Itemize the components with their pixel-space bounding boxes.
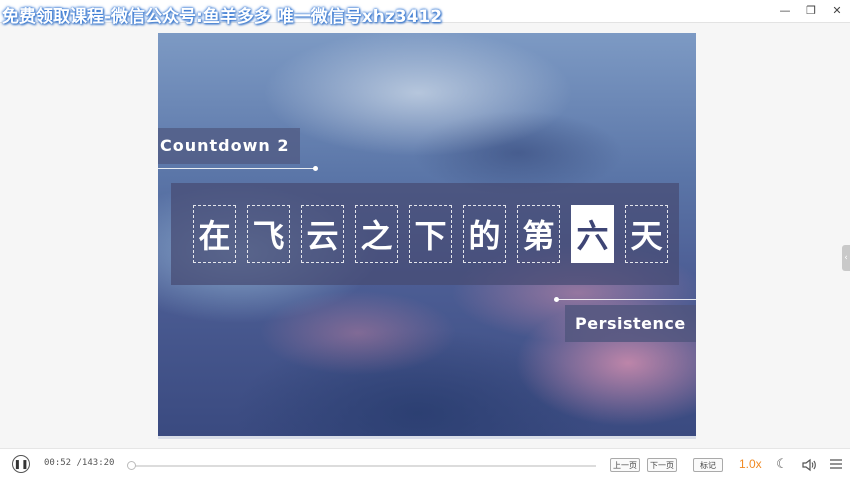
moon-icon[interactable]: ☾ bbox=[774, 457, 790, 473]
player-controls: ❚❚ 00:52 /143:20 上一页 下一页 标记 1.0x ☾ bbox=[0, 448, 850, 481]
decor-dot-right bbox=[554, 297, 559, 302]
volume-icon[interactable] bbox=[801, 457, 817, 473]
time-display: 00:52 /143:20 bbox=[44, 458, 114, 468]
title-characters: 在飞云之下的第六天 bbox=[193, 205, 668, 263]
title-char: 在 bbox=[193, 205, 236, 263]
slide-bottom-edge bbox=[158, 436, 696, 439]
decor-line-left bbox=[158, 168, 316, 169]
title-char: 下 bbox=[409, 205, 452, 263]
decor-line-right bbox=[556, 299, 696, 300]
title-char: 天 bbox=[625, 205, 668, 263]
title-char: 飞 bbox=[247, 205, 290, 263]
persistence-tag: Persistence bbox=[565, 305, 696, 342]
side-panel-handle[interactable]: ‹ bbox=[842, 245, 850, 271]
watermark-text: 免费领取课程-微信公众号:鱼羊多多 唯一微信号xhz3412 bbox=[2, 7, 443, 27]
title-char: 的 bbox=[463, 205, 506, 263]
countdown-tag: Countdown 2 bbox=[158, 128, 300, 164]
title-char: 之 bbox=[355, 205, 398, 263]
bookmark-button[interactable]: 标记 bbox=[693, 458, 723, 472]
minimize-icon[interactable]: — bbox=[776, 3, 794, 19]
prev-page-button[interactable]: 上一页 bbox=[610, 458, 640, 472]
decor-dot-left bbox=[313, 166, 318, 171]
total-time: /143:20 bbox=[76, 458, 115, 468]
speed-button[interactable]: 1.0x bbox=[739, 457, 762, 471]
title-char: 云 bbox=[301, 205, 344, 263]
content-stage: Countdown 2 在飞云之下的第六天 Persistence ‹ bbox=[0, 23, 850, 448]
title-banner: 在飞云之下的第六天 bbox=[171, 183, 679, 285]
progress-knob[interactable] bbox=[126, 461, 136, 470]
restore-icon[interactable]: ❐ bbox=[802, 3, 820, 19]
next-page-button[interactable]: 下一页 bbox=[647, 458, 677, 472]
menu-icon[interactable] bbox=[828, 457, 844, 473]
slide: Countdown 2 在飞云之下的第六天 Persistence bbox=[158, 33, 696, 436]
current-time: 00:52 bbox=[44, 458, 72, 468]
progress-track[interactable] bbox=[126, 461, 596, 470]
close-icon[interactable]: ✕ bbox=[828, 3, 846, 19]
title-char: 第 bbox=[517, 205, 560, 263]
pause-icon[interactable]: ❚❚ bbox=[12, 455, 30, 473]
title-char: 六 bbox=[571, 205, 614, 263]
